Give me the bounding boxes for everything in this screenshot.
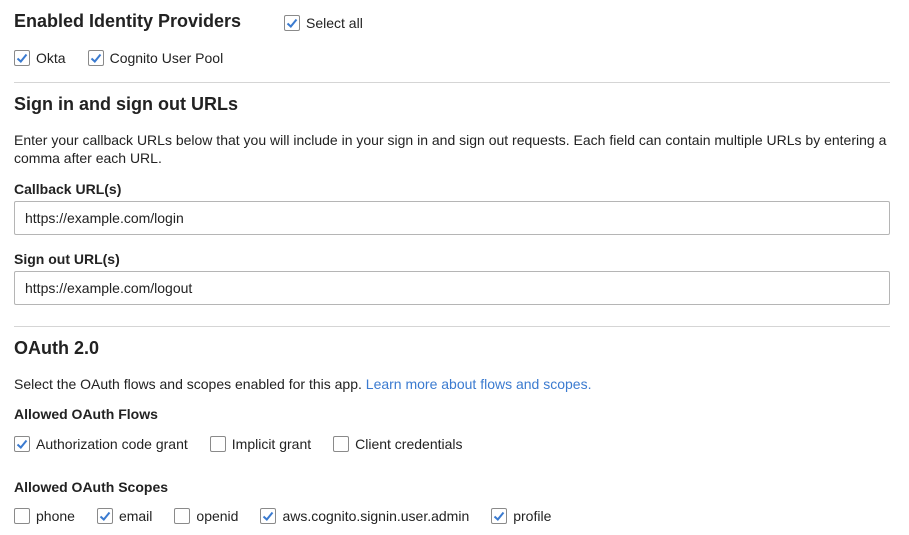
scope-profile-checkbox[interactable]: profile bbox=[491, 508, 551, 524]
checkmark-icon bbox=[16, 439, 28, 449]
flow-label: Implicit grant bbox=[231, 436, 312, 452]
urls-description: Enter your callback URLs below that you … bbox=[14, 132, 887, 166]
scope-email-checkbox[interactable]: email bbox=[96, 508, 153, 524]
provider-okta-checkbox[interactable]: Okta bbox=[14, 50, 66, 66]
allowed-flows-label: Allowed OAuth Flows bbox=[14, 406, 158, 422]
scope-label: aws.cognito.signin.user.admin bbox=[282, 508, 470, 524]
checkbox-box[interactable] bbox=[14, 50, 30, 66]
allowed-scopes-label: Allowed OAuth Scopes bbox=[14, 479, 169, 495]
signout-url-label: Sign out URL(s) bbox=[14, 251, 120, 267]
checkmark-icon bbox=[90, 53, 101, 63]
scope-label: profile bbox=[513, 508, 552, 524]
scope-phone-checkbox[interactable]: phone bbox=[14, 508, 75, 524]
provider-label: Okta bbox=[36, 50, 66, 66]
urls-section-title: Sign in and sign out URLs bbox=[14, 94, 238, 114]
identity-providers-title: Enabled Identity Providers bbox=[14, 11, 242, 31]
callback-url-input[interactable] bbox=[14, 201, 890, 235]
flow-authorization-code-checkbox[interactable]: Authorization code grant bbox=[14, 436, 188, 452]
checkbox-box[interactable] bbox=[14, 436, 30, 452]
scope-label: openid bbox=[196, 508, 239, 524]
checkbox-box[interactable] bbox=[87, 50, 104, 66]
scope-openid-checkbox[interactable]: openid bbox=[174, 508, 238, 524]
checkbox-box[interactable] bbox=[209, 436, 226, 452]
scope-label: phone bbox=[36, 508, 75, 524]
callback-url-label: Callback URL(s) bbox=[14, 181, 122, 197]
provider-label: Cognito User Pool bbox=[109, 50, 224, 66]
flow-label: Authorization code grant bbox=[36, 436, 188, 452]
flow-label: Client credentials bbox=[355, 436, 463, 452]
checkmark-icon bbox=[494, 511, 505, 521]
provider-cognito-checkbox[interactable]: Cognito User Pool bbox=[87, 50, 224, 66]
checkbox-box[interactable] bbox=[260, 508, 277, 524]
oauth-description: Select the OAuth flows and scopes enable… bbox=[14, 375, 591, 393]
checkmark-icon bbox=[263, 511, 274, 521]
scope-label: email bbox=[118, 508, 153, 524]
select-all-checkbox[interactable]: Select all bbox=[284, 15, 363, 31]
checkbox-box[interactable] bbox=[284, 15, 300, 31]
checkbox-box[interactable] bbox=[14, 508, 30, 524]
checkmark-icon bbox=[99, 511, 111, 521]
signout-url-input[interactable] bbox=[14, 271, 890, 305]
checkbox-box[interactable] bbox=[96, 508, 113, 524]
checkbox-box[interactable] bbox=[174, 508, 191, 524]
divider bbox=[14, 82, 890, 83]
learn-more-link[interactable]: Learn more about flows and scopes. bbox=[366, 376, 592, 392]
select-all-label: Select all bbox=[306, 15, 363, 31]
checkbox-box[interactable] bbox=[333, 436, 350, 452]
checkbox-box[interactable] bbox=[491, 508, 508, 524]
scope-aws-cognito-admin-checkbox[interactable]: aws.cognito.signin.user.admin bbox=[260, 508, 469, 524]
oauth-section-title: OAuth 2.0 bbox=[14, 338, 100, 358]
checkmark-icon bbox=[286, 18, 298, 28]
flow-implicit-grant-checkbox[interactable]: Implicit grant bbox=[209, 436, 312, 452]
flow-client-credentials-checkbox[interactable]: Client credentials bbox=[333, 436, 463, 452]
divider bbox=[14, 326, 890, 327]
checkmark-icon bbox=[16, 53, 28, 63]
oauth-description-text: Select the OAuth flows and scopes enable… bbox=[14, 376, 362, 392]
